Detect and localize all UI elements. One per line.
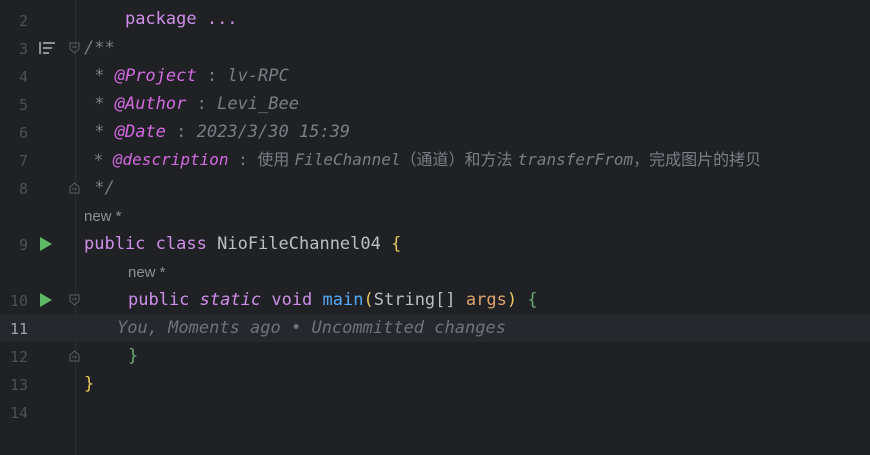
code-line-13[interactable]: 13 }: [0, 370, 870, 398]
doc-star: *: [84, 150, 113, 169]
doc-line-description: * @description : 使用 FileChannel（通道）和方法 t…: [84, 149, 762, 171]
keyword-static: static: [199, 290, 262, 310]
line-number: 5: [18, 96, 28, 114]
line-number: 4: [18, 68, 28, 86]
code-line-7[interactable]: 7 * @description : 使用 FileChannel（通道）和方法…: [0, 146, 870, 174]
keyword-void: void: [271, 290, 313, 310]
code-line-12[interactable]: 12 }: [0, 342, 870, 370]
close-paren: ): [506, 290, 518, 310]
open-paren: (: [363, 290, 374, 310]
keyword-public: public: [84, 234, 146, 254]
code-line-2[interactable]: 2: [0, 6, 870, 34]
run-method-icon[interactable]: [40, 293, 52, 307]
close-brace: }: [84, 374, 95, 394]
doc-colon: :: [228, 150, 258, 169]
code-line-6[interactable]: 6 * @Date : 2023/3/30 15:39: [0, 118, 870, 146]
method-name: main: [322, 290, 364, 310]
code-line-9[interactable]: 9 public class NioFileChannel04 {: [0, 230, 870, 258]
doc-star: *: [84, 66, 115, 86]
class-declaration: public class NioFileChannel04 {: [84, 233, 401, 255]
line-number: 8: [18, 180, 28, 198]
param-type: String[]: [373, 290, 456, 310]
code-line-4[interactable]: 4 * @Project : lv-RPC: [0, 62, 870, 90]
doc-value-date: 2023/3/30 15:39: [196, 122, 351, 142]
code-line-8[interactable]: 8 */: [0, 174, 870, 202]
doc-star: *: [84, 94, 115, 114]
code-editor[interactable]: package ... 2 3 /** 4 * @Project : lv-RP…: [0, 0, 870, 455]
doc-tag-project: @Project: [114, 66, 197, 86]
doc-line-project: * @Project : lv-RPC: [84, 65, 289, 87]
line-number: 9: [18, 236, 28, 254]
doc-tag-date: @Date: [114, 122, 166, 142]
line-number: 11: [9, 320, 28, 338]
doc-comment-open: /**: [84, 38, 115, 58]
run-class-icon[interactable]: [40, 237, 52, 251]
doc-value-author: Levi_Bee: [217, 94, 299, 114]
method-declaration: public static void main(String[] args) {: [128, 289, 538, 311]
inline-blame-annotation[interactable]: You, Moments ago • Uncommitted changes: [117, 317, 506, 339]
code-line-14[interactable]: 14: [0, 398, 870, 426]
line-number: 10: [9, 292, 28, 310]
class-usage-hint[interactable]: new *: [84, 208, 122, 225]
line-number: 14: [9, 404, 28, 422]
doc-line-author: * @Author : Levi_Bee: [84, 93, 299, 115]
usage-hint-row[interactable]: new *: [0, 258, 870, 286]
doc-comment-close: */: [84, 178, 115, 198]
param-name: args: [465, 290, 507, 310]
code-line-5[interactable]: 5 * @Author : Levi_Bee: [0, 90, 870, 118]
doc-value-project: lv-RPC: [227, 66, 289, 86]
doc-tag-author: @Author: [114, 94, 187, 114]
usage-hint-row[interactable]: new *: [0, 202, 870, 230]
doc-colon: :: [165, 122, 197, 142]
line-number: 7: [18, 152, 28, 170]
doc-tag-description: @description: [112, 150, 229, 169]
class-name: NioFileChannel04: [217, 234, 381, 254]
line-number: 6: [18, 124, 28, 142]
code-line-3[interactable]: 3 /**: [0, 34, 870, 62]
doc-value-part4: transferFrom: [517, 150, 634, 169]
line-number: 3: [18, 40, 28, 58]
doc-line-date: * @Date : 2023/3/30 15:39: [84, 121, 350, 143]
open-brace: {: [391, 234, 402, 254]
fold-end-icon[interactable]: [69, 182, 80, 194]
doc-star: *: [84, 122, 115, 142]
doc-colon: :: [186, 94, 218, 114]
code-line-10[interactable]: 10 public static void main(String[] args…: [0, 286, 870, 314]
fold-icon[interactable]: [69, 294, 80, 306]
code-line-11[interactable]: 11 You, Moments ago • Uncommitted change…: [0, 314, 870, 342]
doc-value-part3: （通道）和方法: [400, 150, 518, 169]
line-number: 13: [9, 376, 28, 394]
doc-value-part5: ，完成图片的拷贝: [633, 150, 762, 169]
fold-icon[interactable]: [69, 42, 80, 54]
structure-icon[interactable]: [38, 41, 56, 55]
open-brace: {: [527, 290, 538, 310]
close-brace: }: [128, 346, 139, 366]
keyword-public: public: [128, 290, 190, 310]
doc-value-part2: FileChannel: [294, 150, 401, 169]
line-number: 12: [9, 348, 28, 366]
keyword-class: class: [155, 234, 207, 254]
doc-value-part1: 使用: [257, 150, 295, 169]
line-number: 2: [18, 12, 28, 30]
fold-end-icon[interactable]: [69, 350, 80, 362]
method-usage-hint[interactable]: new *: [128, 264, 166, 281]
doc-colon: :: [196, 66, 228, 86]
